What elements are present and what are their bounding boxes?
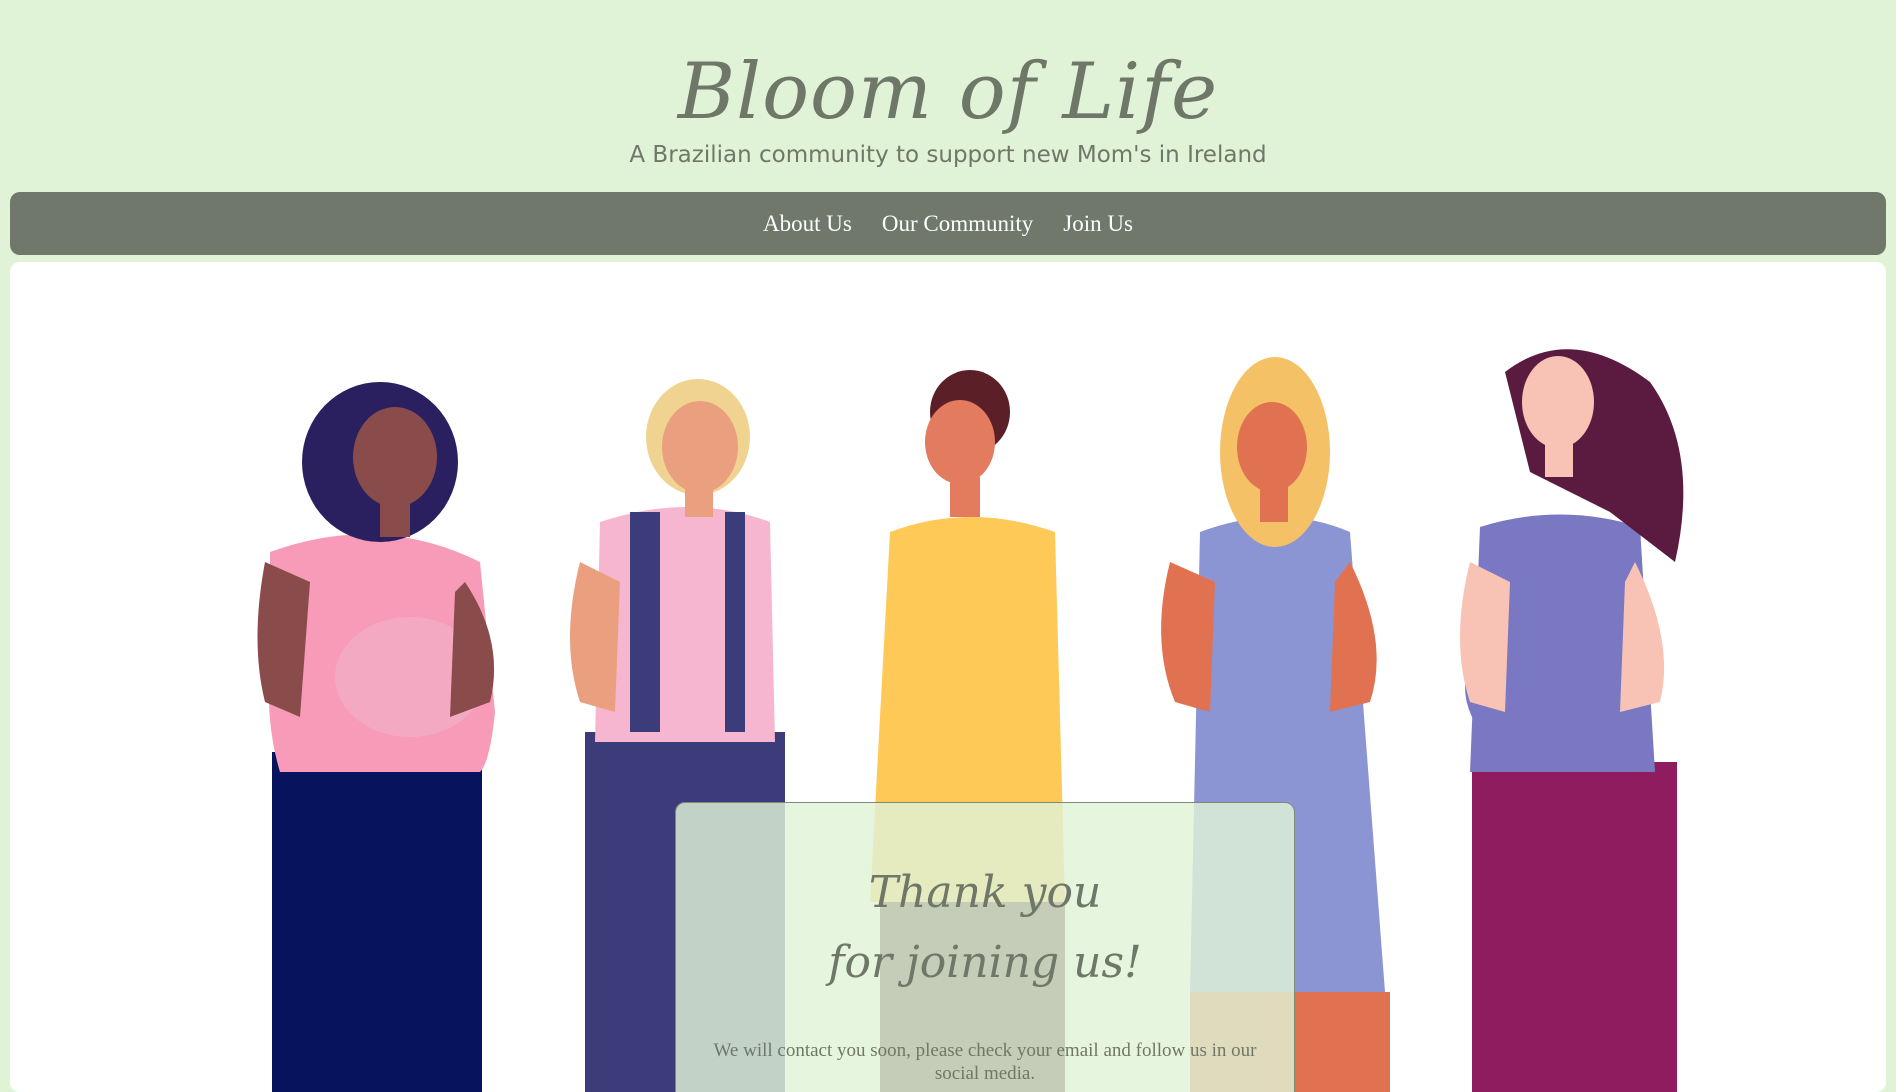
site-title: Bloom of Life (677, 47, 1219, 137)
woman-1-figure (257, 382, 495, 1092)
nav-item-our-community[interactable]: Our Community (882, 211, 1033, 237)
card-message: We will contact you soon, please check y… (713, 1040, 1257, 1084)
card-title-line-2: for joining us! (828, 937, 1142, 988)
nav-item-join-us[interactable]: Join Us (1063, 211, 1133, 237)
thank-you-card: Thank you for joining us! We will contac… (675, 802, 1295, 1092)
card-title-line-1: Thank you (868, 867, 1102, 918)
nav-item-about-us[interactable]: About Us (763, 211, 852, 237)
woman-5-figure (1460, 349, 1684, 1092)
site-tagline: A Brazilian community to support new Mom… (629, 142, 1267, 168)
site-header: Bloom of Life A Brazilian community to s… (0, 0, 1896, 190)
main-content: Thank you for joining us! We will contac… (10, 262, 1886, 1092)
main-nav: About Us Our Community Join Us (10, 192, 1886, 255)
